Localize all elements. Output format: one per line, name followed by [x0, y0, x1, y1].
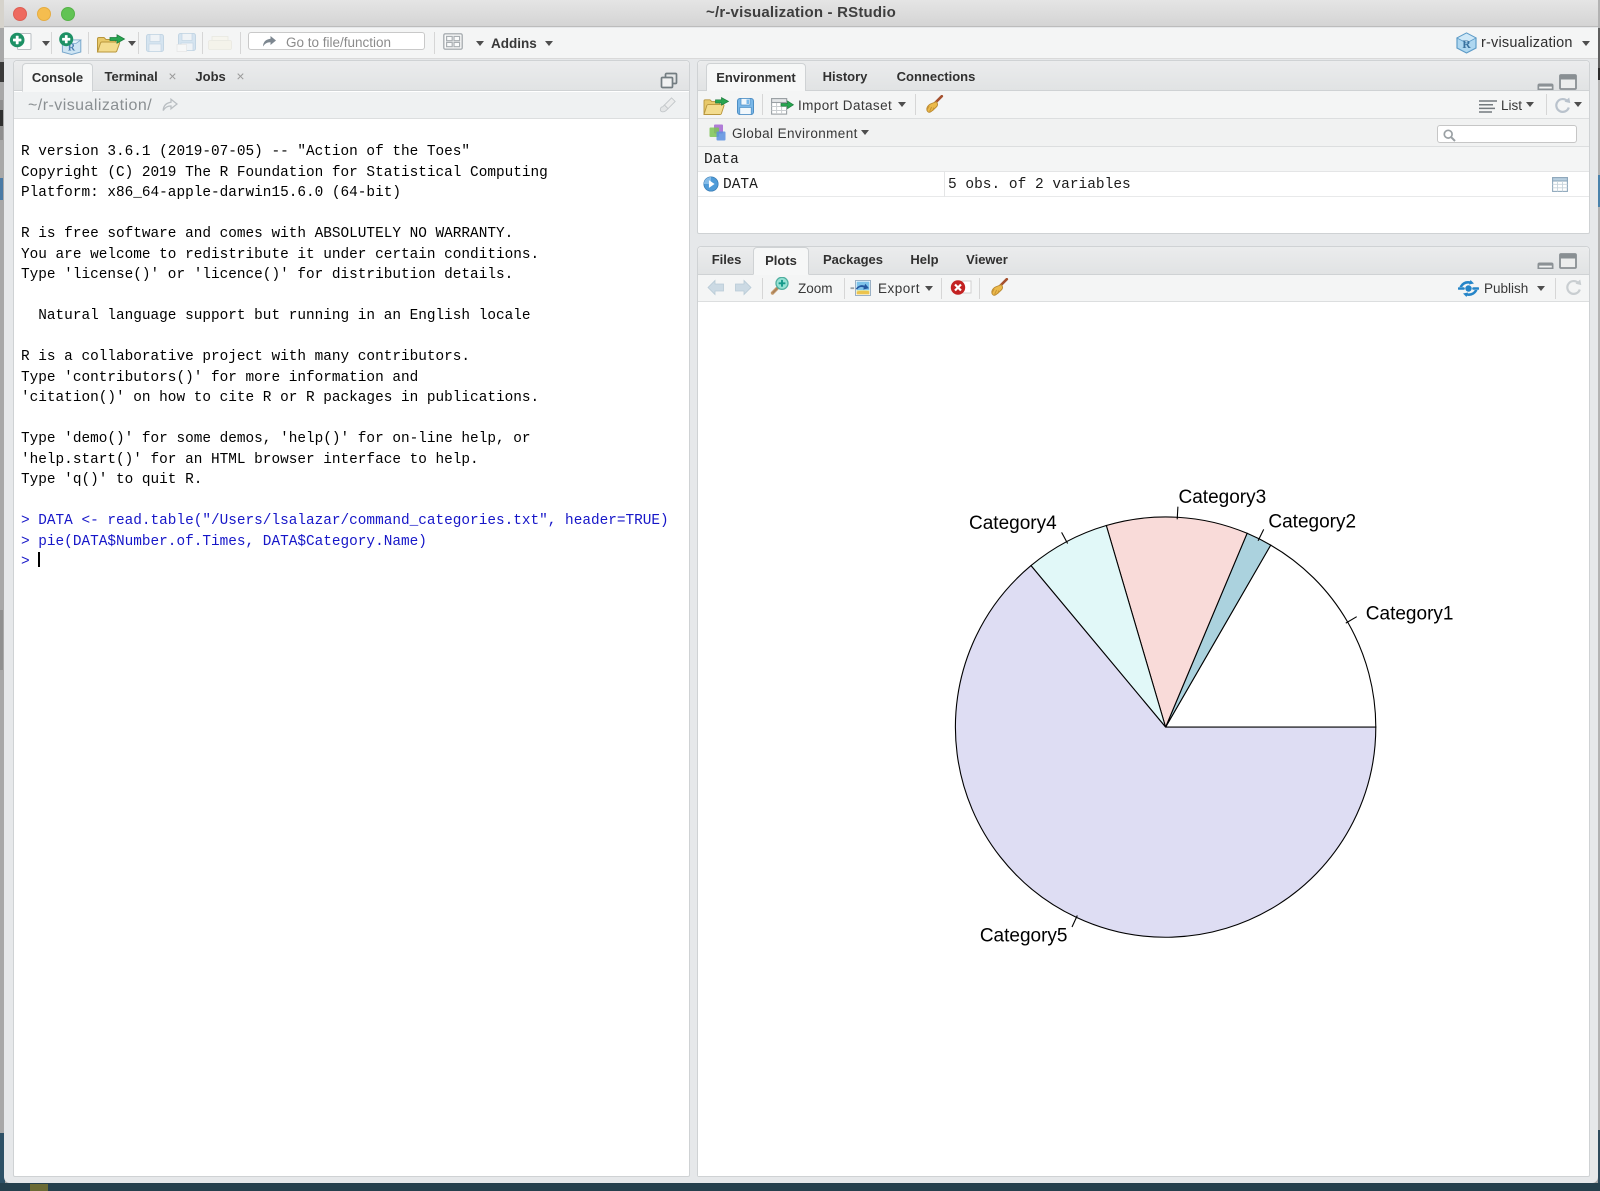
- svg-text:Category4: Category4: [969, 513, 1057, 534]
- svg-text:Category2: Category2: [1268, 511, 1356, 532]
- svg-text:R: R: [1462, 39, 1471, 51]
- svg-text:Category3: Category3: [1179, 487, 1267, 508]
- svg-text:Category1: Category1: [1366, 603, 1454, 624]
- svg-text:Category5: Category5: [980, 926, 1068, 947]
